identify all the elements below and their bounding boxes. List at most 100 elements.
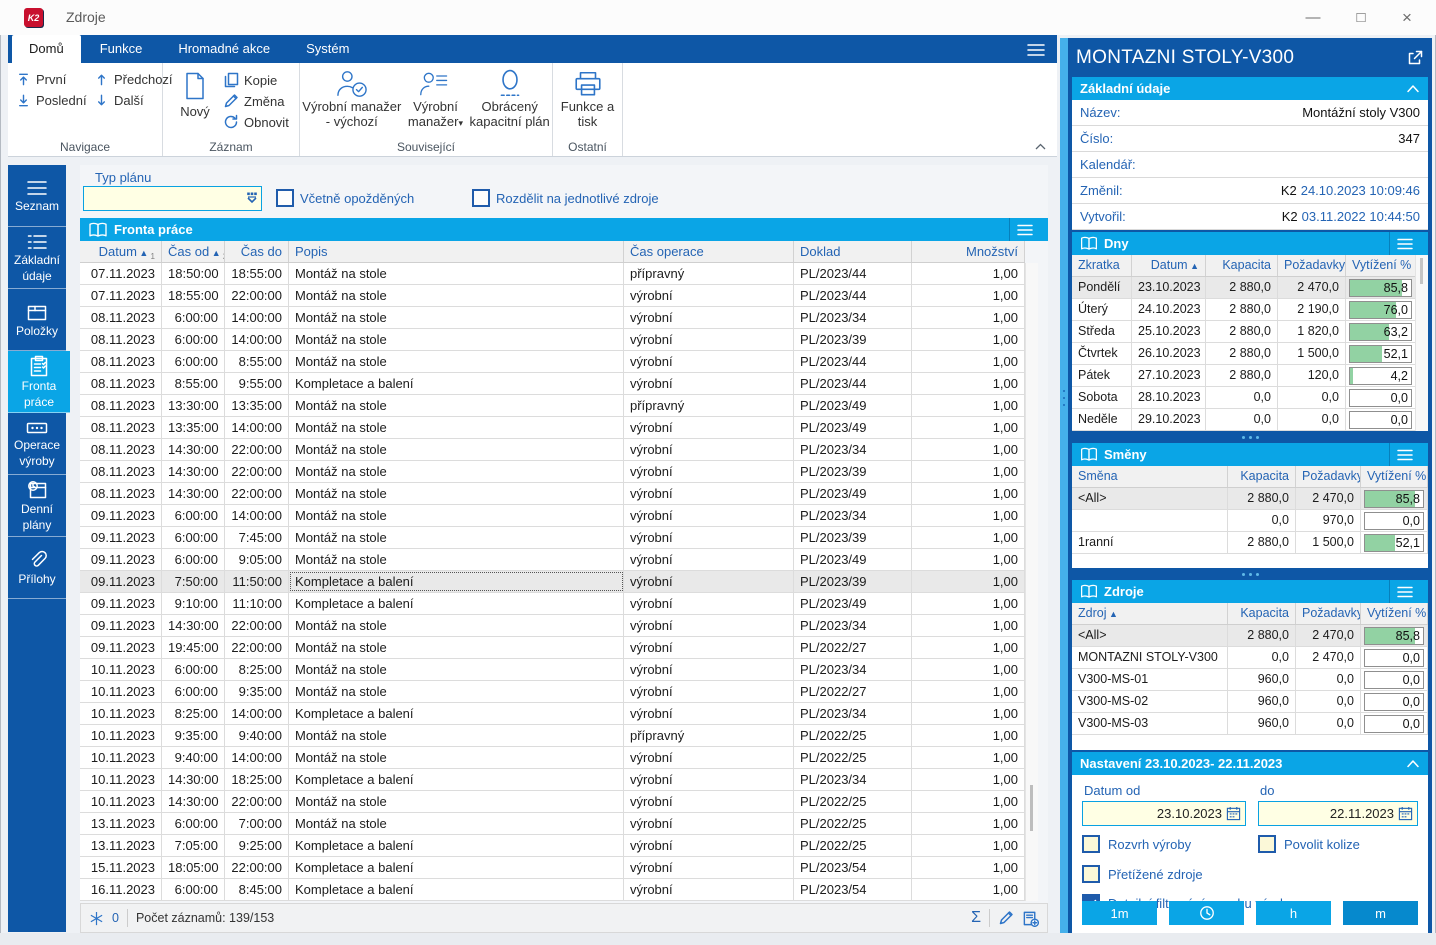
worklist-row[interactable]: 09.11.202319:45:0022:00:00Montáž na stol…	[80, 637, 1025, 659]
cell[interactable]: 07.11.2023	[80, 285, 162, 306]
cell[interactable]: V300-MS-01	[1072, 669, 1228, 690]
cell[interactable]: 23.10.2023	[1132, 277, 1206, 298]
cell[interactable]: 1,00	[912, 769, 1025, 790]
cell[interactable]: 120,0	[1278, 365, 1346, 386]
cell[interactable]: výrobní	[624, 483, 794, 504]
cell[interactable]: PL/2023/34	[794, 505, 912, 526]
cell[interactable]: 76,0	[1346, 299, 1416, 320]
cell[interactable]: PL/2023/39	[794, 329, 912, 350]
cell[interactable]: 7:50:00	[162, 571, 225, 592]
cell[interactable]: 14:30:00	[162, 439, 225, 460]
cell[interactable]: 22:00:00	[225, 461, 289, 482]
cell[interactable]: PL/2023/39	[794, 527, 912, 548]
cell[interactable]: 52,1	[1361, 532, 1428, 553]
worklist-row[interactable]: 08.11.202313:30:0013:35:00Montáž na stol…	[80, 395, 1025, 417]
cell[interactable]: 26.10.2023	[1132, 343, 1206, 364]
checkbox-pretizene-zdroje[interactable]	[1082, 865, 1100, 883]
cell[interactable]: 0,0	[1278, 387, 1346, 408]
worklist-row[interactable]: 10.11.20236:00:009:35:00Montáž na stolev…	[80, 681, 1025, 703]
cell[interactable]: PL/2023/49	[794, 417, 912, 438]
cell[interactable]: 07.11.2023	[80, 263, 162, 284]
cell[interactable]: Kompletace a balení	[289, 879, 624, 900]
cell[interactable]: PL/2022/25	[794, 813, 912, 834]
worklist-row[interactable]: 08.11.202313:35:0014:00:00Montáž na stol…	[80, 417, 1025, 439]
cell[interactable]: 2 470,0	[1296, 488, 1361, 509]
cell[interactable]: 18:25:00	[225, 769, 289, 790]
cell[interactable]: 1,00	[912, 659, 1025, 680]
cell[interactable]: 9:10:00	[162, 593, 225, 614]
cell[interactable]: 7:45:00	[225, 527, 289, 548]
cell[interactable]: 14:00:00	[225, 703, 289, 724]
cell[interactable]: Neděle	[1072, 409, 1132, 430]
dny-row[interactable]: Čtvrtek26.10.20232 880,01 500,052,1	[1072, 343, 1428, 365]
horizontal-splitter[interactable]	[1072, 568, 1428, 580]
cell[interactable]: výrobní	[624, 659, 794, 680]
cell[interactable]: 970,0	[1296, 510, 1361, 531]
dny-row[interactable]: Pátek27.10.20232 880,0120,04,2	[1072, 365, 1428, 387]
cell[interactable]: PL/2023/44	[794, 285, 912, 306]
sidebar-item-fronta-prace[interactable]: Fronta práce	[8, 351, 70, 413]
column-header[interactable]: Vytížení %	[1361, 466, 1428, 487]
tab-system[interactable]: Systém	[289, 35, 366, 63]
cell[interactable]: 09.11.2023	[80, 615, 162, 636]
worklist-row[interactable]: 15.11.202318:05:0022:00:00Kompletace a b…	[80, 857, 1025, 879]
cell[interactable]: 08.11.2023	[80, 483, 162, 504]
cell[interactable]: PL/2023/44	[794, 351, 912, 372]
cell[interactable]: 0,0	[1346, 409, 1416, 430]
cell[interactable]: výrobní	[624, 549, 794, 570]
cell[interactable]: 22:00:00	[225, 791, 289, 812]
cell[interactable]: 9:35:00	[162, 725, 225, 746]
dny-row[interactable]: Neděle29.10.20230,00,00,0	[1072, 409, 1428, 431]
cell[interactable]: 2 880,0	[1206, 277, 1278, 298]
cell[interactable]: PL/2023/44	[794, 263, 912, 284]
worklist-row[interactable]: 13.11.20236:00:007:00:00Montáž na stolev…	[80, 813, 1025, 835]
sidebar-item-denni-plany[interactable]: Denní plány	[8, 475, 66, 537]
sidebar-item-seznam[interactable]: Seznam	[8, 165, 66, 227]
dny-scrollbar[interactable]	[1415, 255, 1428, 431]
cell[interactable]: 1,00	[912, 307, 1025, 328]
cell[interactable]: 1,00	[912, 461, 1025, 482]
cell[interactable]: 2 880,0	[1206, 299, 1278, 320]
cell[interactable]: MONTAZNI STOLY-V300	[1072, 647, 1228, 668]
worklist-row[interactable]: 09.11.20236:00:007:45:00Montáž na stolev…	[80, 527, 1025, 549]
cell[interactable]: výrobní	[624, 879, 794, 900]
cell[interactable]: Montáž na stole	[289, 395, 624, 416]
cell[interactable]: Montáž na stole	[289, 351, 624, 372]
sidebar-item-operace-vyroby[interactable]: Operace výroby	[8, 413, 66, 475]
cell[interactable]: Montáž na stole	[289, 505, 624, 526]
cell[interactable]: 0,0	[1228, 647, 1296, 668]
cell[interactable]: 9:25:00	[225, 835, 289, 856]
cell[interactable]: 85,8	[1361, 488, 1428, 509]
lock-count-icon[interactable]	[89, 911, 104, 926]
cell[interactable]: výrobní	[624, 307, 794, 328]
cell[interactable]: PL/2023/34	[794, 703, 912, 724]
cell[interactable]: 85,8	[1346, 277, 1416, 298]
cell[interactable]: 14:30:00	[162, 791, 225, 812]
column-header[interactable]: Čas do	[225, 241, 289, 262]
cell[interactable]: 09.11.2023	[80, 571, 162, 592]
column-header[interactable]: Doklad	[794, 241, 912, 262]
cell[interactable]: 1,00	[912, 329, 1025, 350]
dny-row[interactable]: Pondělí23.10.20232 880,02 470,085,8	[1072, 277, 1428, 299]
cell[interactable]: Montáž na stole	[289, 483, 624, 504]
zdroje-row[interactable]: <All>2 880,02 470,085,8	[1072, 625, 1428, 647]
typ-planu-combo[interactable]	[83, 186, 262, 211]
cell[interactable]: Montáž na stole	[289, 461, 624, 482]
worklist-row[interactable]: 08.11.20236:00:008:55:00Montáž na stolev…	[80, 351, 1025, 373]
checkbox-rozdelit-zdroje[interactable]	[472, 189, 490, 207]
cell[interactable]: 1,00	[912, 791, 1025, 812]
cell[interactable]: Středa	[1072, 321, 1132, 342]
edit-cell-icon[interactable]	[998, 910, 1014, 926]
cell[interactable]: 08.11.2023	[80, 461, 162, 482]
cell[interactable]: 2 880,0	[1206, 321, 1278, 342]
cell[interactable]: PL/2022/27	[794, 637, 912, 658]
zdroje-row[interactable]: MONTAZNI STOLY-V3000,02 470,00,0	[1072, 647, 1428, 669]
cell[interactable]: PL/2022/25	[794, 747, 912, 768]
ribbon-collapse-icon[interactable]	[1034, 142, 1047, 151]
cell[interactable]: Montáž na stole	[289, 637, 624, 658]
cell[interactable]: 6:00:00	[162, 879, 225, 900]
cell[interactable]: 10.11.2023	[80, 769, 162, 790]
cell[interactable]: výrobní	[624, 769, 794, 790]
cell[interactable]: 960,0	[1228, 669, 1296, 690]
cell[interactable]: Sobota	[1072, 387, 1132, 408]
